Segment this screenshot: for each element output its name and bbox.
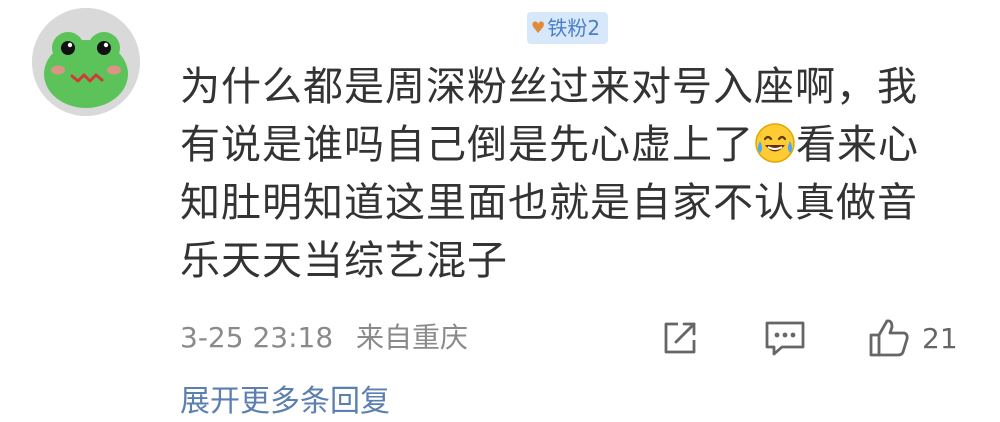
avatar[interactable] <box>32 8 140 116</box>
comment-meta: 3-25 23:18 来自重庆 <box>180 318 468 358</box>
fan-badge-label: 铁粉2 <box>547 16 601 40</box>
comment-icon <box>765 321 805 356</box>
more-replies-link[interactable]: 展开更多条回复 <box>180 382 390 422</box>
share-icon <box>664 322 696 354</box>
frog-avatar-icon <box>32 8 140 116</box>
comment-location: 来自重庆 <box>356 321 469 354</box>
thumbs-up-icon <box>869 319 909 357</box>
like-button[interactable]: 21 <box>866 316 958 360</box>
fan-badge[interactable]: ♥ 铁粉2 <box>527 12 609 44</box>
like-count: 21 <box>922 321 958 355</box>
reply-button[interactable] <box>762 316 808 360</box>
share-button[interactable] <box>658 316 702 360</box>
comment-text: 为什么都是周深粉丝过来对号入座啊，我有说是谁吗自己倒是先心虚上了 看来心知肚明知… <box>180 58 940 290</box>
fan-badge-icon: ♥ <box>531 18 546 37</box>
username[interactable] <box>180 12 520 48</box>
laugh-cry-emoji-icon <box>755 123 795 163</box>
comment-date: 3-25 23:18 <box>180 321 334 354</box>
